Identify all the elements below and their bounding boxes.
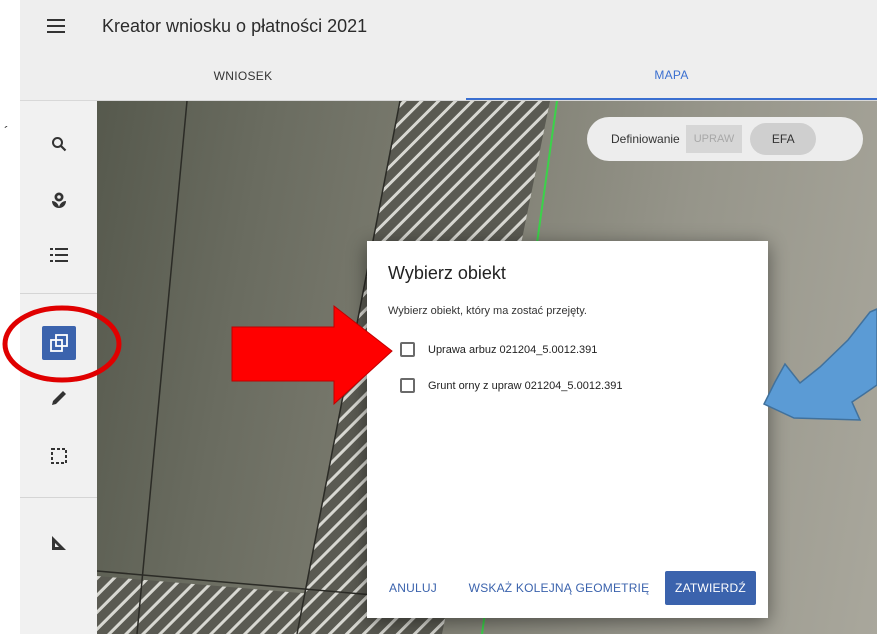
app-bar: Kreator wniosku o płatności 2021 xyxy=(20,0,877,52)
search-icon[interactable] xyxy=(42,127,76,161)
tab-bar: WNIOSEK MAPA xyxy=(20,52,877,101)
definition-label: Definiowanie xyxy=(611,132,680,146)
toolbar-divider xyxy=(20,293,97,294)
definition-efa-option[interactable]: EFA xyxy=(750,123,817,155)
crop-plant-icon[interactable] xyxy=(42,183,76,217)
menu-icon[interactable] xyxy=(40,10,72,42)
option-label: Grunt orny z upraw 021204_5.0012.391 xyxy=(428,379,623,392)
toolbar-divider xyxy=(20,497,97,498)
tab-wniosek[interactable]: WNIOSEK xyxy=(20,52,466,100)
svg-text:´: ´ xyxy=(4,123,9,139)
option-uprawa-arbuz[interactable]: Uprawa arbuz 021204_5.0012.391 xyxy=(400,342,597,357)
map-toolbar xyxy=(20,101,97,634)
checkbox[interactable] xyxy=(400,378,415,393)
app-title: Kreator wniosku o płatności 2021 xyxy=(102,15,368,36)
definition-toggle: Definiowanie UPRAW EFA xyxy=(587,117,863,161)
checkbox[interactable] xyxy=(400,342,415,357)
copy-geometry-icon[interactable] xyxy=(42,326,76,360)
confirm-button[interactable]: ZATWIERDŹ xyxy=(665,571,756,605)
list-icon[interactable] xyxy=(42,238,76,272)
dialog-title: Wybierz obiekt xyxy=(388,263,506,283)
dialog-description: Wybierz obiekt, który ma zostać przejęty… xyxy=(388,305,587,317)
tab-mapa[interactable]: MAPA xyxy=(466,52,877,100)
definition-uprawy-option[interactable]: UPRAW xyxy=(685,125,743,153)
option-grunt-orny[interactable]: Grunt orny z upraw 021204_5.0012.391 xyxy=(400,378,622,393)
measure-icon[interactable] xyxy=(42,526,76,560)
option-label: Uprawa arbuz 021204_5.0012.391 xyxy=(428,343,598,356)
next-geometry-button[interactable]: WSKAŻ KOLEJNĄ GEOMETRIĘ xyxy=(463,571,655,605)
select-object-dialog: Wybierz obiekt Wybierz obiekt, który ma … xyxy=(367,241,768,618)
cancel-button[interactable]: ANULUJ xyxy=(381,571,445,605)
pencil-icon[interactable] xyxy=(42,381,76,415)
select-area-icon[interactable] xyxy=(42,439,76,473)
